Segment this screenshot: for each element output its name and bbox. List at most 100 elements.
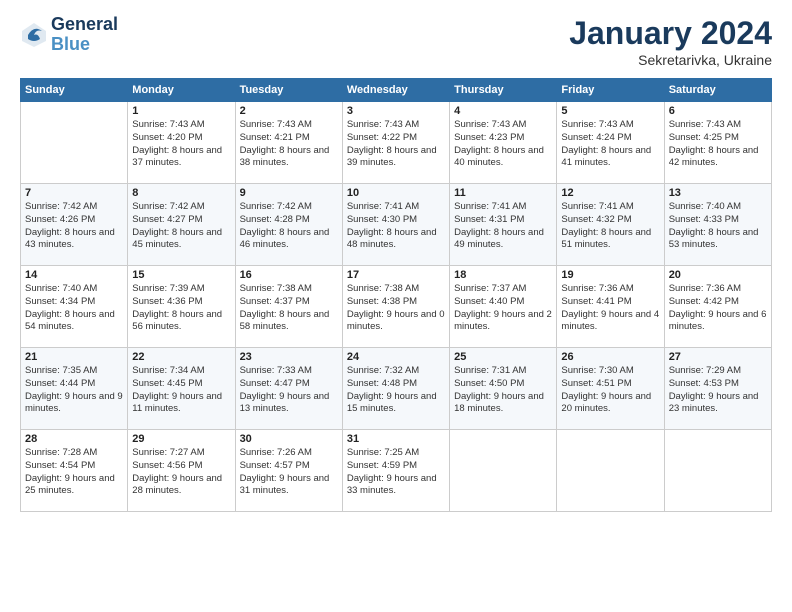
weekday-header: Sunday <box>21 79 128 102</box>
day-number: 9 <box>240 187 338 199</box>
calendar-cell: 14 Sunrise: 7:40 AMSunset: 4:34 PMDayligh… <box>21 266 128 348</box>
calendar-cell: 30 Sunrise: 7:26 AMSunset: 4:57 PMDayligh… <box>235 430 342 512</box>
calendar-cell: 7Sunrise: 7:42 AMSunset: 4:26 PMDaylight… <box>21 184 128 266</box>
day-number: 3 <box>347 105 445 117</box>
calendar-cell: 29 Sunrise: 7:27 AMSunset: 4:56 PMDayligh… <box>128 430 235 512</box>
calendar-cell: 12 Sunrise: 7:41 AMSunset: 4:32 PMDayligh… <box>557 184 664 266</box>
day-number: 30 <box>240 433 338 445</box>
day-number: 11 <box>454 187 552 199</box>
day-info: Sunrise: 7:41 AMSunset: 4:31 PMDaylight:… <box>454 201 552 252</box>
calendar-cell: 11 Sunrise: 7:41 AMSunset: 4:31 PMDayligh… <box>450 184 557 266</box>
day-info: Sunrise: 7:42 AMSunset: 4:27 PMDaylight:… <box>132 201 230 252</box>
calendar-week-row: 28 Sunrise: 7:28 AMSunset: 4:54 PMDayligh… <box>21 430 772 512</box>
calendar-cell: 5 Sunrise: 7:43 AMSunset: 4:24 PMDaylight… <box>557 102 664 184</box>
calendar-cell: 24 Sunrise: 7:32 AMSunset: 4:48 PMDayligh… <box>342 348 449 430</box>
calendar-week-row: 14 Sunrise: 7:40 AMSunset: 4:34 PMDayligh… <box>21 266 772 348</box>
calendar-cell: 18 Sunrise: 7:37 AMSunset: 4:40 PMDayligh… <box>450 266 557 348</box>
calendar-cell: 17Sunrise: 7:38 AMSunset: 4:38 PMDayligh… <box>342 266 449 348</box>
weekday-header: Thursday <box>450 79 557 102</box>
calendar-cell: 23Sunrise: 7:33 AMSunset: 4:47 PMDayligh… <box>235 348 342 430</box>
calendar-cell <box>21 102 128 184</box>
calendar-cell: 2 Sunrise: 7:43 AMSunset: 4:21 PMDaylight… <box>235 102 342 184</box>
day-info: Sunrise: 7:26 AMSunset: 4:57 PMDaylight:… <box>240 447 338 498</box>
day-number: 19 <box>561 269 659 281</box>
day-info: Sunrise: 7:32 AMSunset: 4:48 PMDaylight:… <box>347 365 445 416</box>
day-number: 31 <box>347 433 445 445</box>
day-info: Sunrise: 7:29 AMSunset: 4:53 PMDaylight:… <box>669 365 767 416</box>
day-number: 23 <box>240 351 338 363</box>
day-info: Sunrise: 7:41 AMSunset: 4:30 PMDaylight:… <box>347 201 445 252</box>
calendar-table: SundayMondayTuesdayWednesdayThursdayFrid… <box>20 78 772 512</box>
calendar-cell <box>557 430 664 512</box>
day-info: Sunrise: 7:41 AMSunset: 4:32 PMDaylight:… <box>561 201 659 252</box>
day-info: Sunrise: 7:43 AMSunset: 4:21 PMDaylight:… <box>240 119 338 170</box>
day-info: Sunrise: 7:39 AMSunset: 4:36 PMDaylight:… <box>132 283 230 334</box>
day-number: 29 <box>132 433 230 445</box>
weekday-header: Saturday <box>664 79 771 102</box>
calendar-cell: 15 Sunrise: 7:39 AMSunset: 4:36 PMDayligh… <box>128 266 235 348</box>
calendar-cell: 4Sunrise: 7:43 AMSunset: 4:23 PMDaylight… <box>450 102 557 184</box>
logo: General Blue <box>20 15 118 55</box>
day-number: 7 <box>25 187 123 199</box>
calendar-cell: 25Sunrise: 7:31 AMSunset: 4:50 PMDayligh… <box>450 348 557 430</box>
day-number: 24 <box>347 351 445 363</box>
day-number: 2 <box>240 105 338 117</box>
day-info: Sunrise: 7:28 AMSunset: 4:54 PMDaylight:… <box>25 447 123 498</box>
day-info: Sunrise: 7:43 AMSunset: 4:24 PMDaylight:… <box>561 119 659 170</box>
day-info: Sunrise: 7:38 AMSunset: 4:37 PMDaylight:… <box>240 283 338 334</box>
calendar-cell <box>450 430 557 512</box>
day-info: Sunrise: 7:30 AMSunset: 4:51 PMDaylight:… <box>561 365 659 416</box>
day-info: Sunrise: 7:36 AMSunset: 4:42 PMDaylight:… <box>669 283 767 334</box>
logo-icon <box>20 21 48 49</box>
day-info: Sunrise: 7:34 AMSunset: 4:45 PMDaylight:… <box>132 365 230 416</box>
day-info: Sunrise: 7:40 AMSunset: 4:33 PMDaylight:… <box>669 201 767 252</box>
page: General Blue January 2024 Sekretarivka, … <box>0 0 792 612</box>
location-subtitle: Sekretarivka, Ukraine <box>569 52 772 68</box>
header: General Blue January 2024 Sekretarivka, … <box>20 15 772 68</box>
day-number: 17 <box>347 269 445 281</box>
day-info: Sunrise: 7:43 AMSunset: 4:20 PMDaylight:… <box>132 119 230 170</box>
logo-text: General Blue <box>51 15 118 55</box>
day-number: 20 <box>669 269 767 281</box>
day-number: 15 <box>132 269 230 281</box>
day-info: Sunrise: 7:36 AMSunset: 4:41 PMDaylight:… <box>561 283 659 334</box>
title-block: January 2024 Sekretarivka, Ukraine <box>569 15 772 68</box>
day-info: Sunrise: 7:37 AMSunset: 4:40 PMDaylight:… <box>454 283 552 334</box>
day-number: 12 <box>561 187 659 199</box>
calendar-cell: 8 Sunrise: 7:42 AMSunset: 4:27 PMDaylight… <box>128 184 235 266</box>
day-info: Sunrise: 7:43 AMSunset: 4:23 PMDaylight:… <box>454 119 552 170</box>
calendar-cell: 3Sunrise: 7:43 AMSunset: 4:22 PMDaylight… <box>342 102 449 184</box>
calendar-cell: 9Sunrise: 7:42 AMSunset: 4:28 PMDaylight… <box>235 184 342 266</box>
calendar-cell: 27 Sunrise: 7:29 AMSunset: 4:53 PMDayligh… <box>664 348 771 430</box>
day-number: 27 <box>669 351 767 363</box>
calendar-cell <box>664 430 771 512</box>
day-number: 13 <box>669 187 767 199</box>
day-number: 10 <box>347 187 445 199</box>
month-title: January 2024 <box>569 15 772 52</box>
calendar-week-row: 7Sunrise: 7:42 AMSunset: 4:26 PMDaylight… <box>21 184 772 266</box>
day-info: Sunrise: 7:43 AMSunset: 4:25 PMDaylight:… <box>669 119 767 170</box>
calendar-cell: 20 Sunrise: 7:36 AMSunset: 4:42 PMDayligh… <box>664 266 771 348</box>
day-number: 14 <box>25 269 123 281</box>
day-info: Sunrise: 7:40 AMSunset: 4:34 PMDaylight:… <box>25 283 123 334</box>
day-number: 21 <box>25 351 123 363</box>
calendar-cell: 13 Sunrise: 7:40 AMSunset: 4:33 PMDayligh… <box>664 184 771 266</box>
calendar-cell: 6 Sunrise: 7:43 AMSunset: 4:25 PMDaylight… <box>664 102 771 184</box>
calendar-cell: 26Sunrise: 7:30 AMSunset: 4:51 PMDayligh… <box>557 348 664 430</box>
day-number: 18 <box>454 269 552 281</box>
calendar-cell: 21Sunrise: 7:35 AMSunset: 4:44 PMDayligh… <box>21 348 128 430</box>
day-info: Sunrise: 7:27 AMSunset: 4:56 PMDaylight:… <box>132 447 230 498</box>
day-number: 5 <box>561 105 659 117</box>
weekday-header: Friday <box>557 79 664 102</box>
day-number: 16 <box>240 269 338 281</box>
calendar-header-row: SundayMondayTuesdayWednesdayThursdayFrid… <box>21 79 772 102</box>
calendar-cell: 31Sunrise: 7:25 AMSunset: 4:59 PMDayligh… <box>342 430 449 512</box>
day-info: Sunrise: 7:31 AMSunset: 4:50 PMDaylight:… <box>454 365 552 416</box>
weekday-header: Monday <box>128 79 235 102</box>
day-number: 6 <box>669 105 767 117</box>
day-number: 8 <box>132 187 230 199</box>
day-number: 28 <box>25 433 123 445</box>
calendar-cell: 22Sunrise: 7:34 AMSunset: 4:45 PMDayligh… <box>128 348 235 430</box>
calendar-week-row: 1Sunrise: 7:43 AMSunset: 4:20 PMDaylight… <box>21 102 772 184</box>
calendar-cell: 16 Sunrise: 7:38 AMSunset: 4:37 PMDayligh… <box>235 266 342 348</box>
